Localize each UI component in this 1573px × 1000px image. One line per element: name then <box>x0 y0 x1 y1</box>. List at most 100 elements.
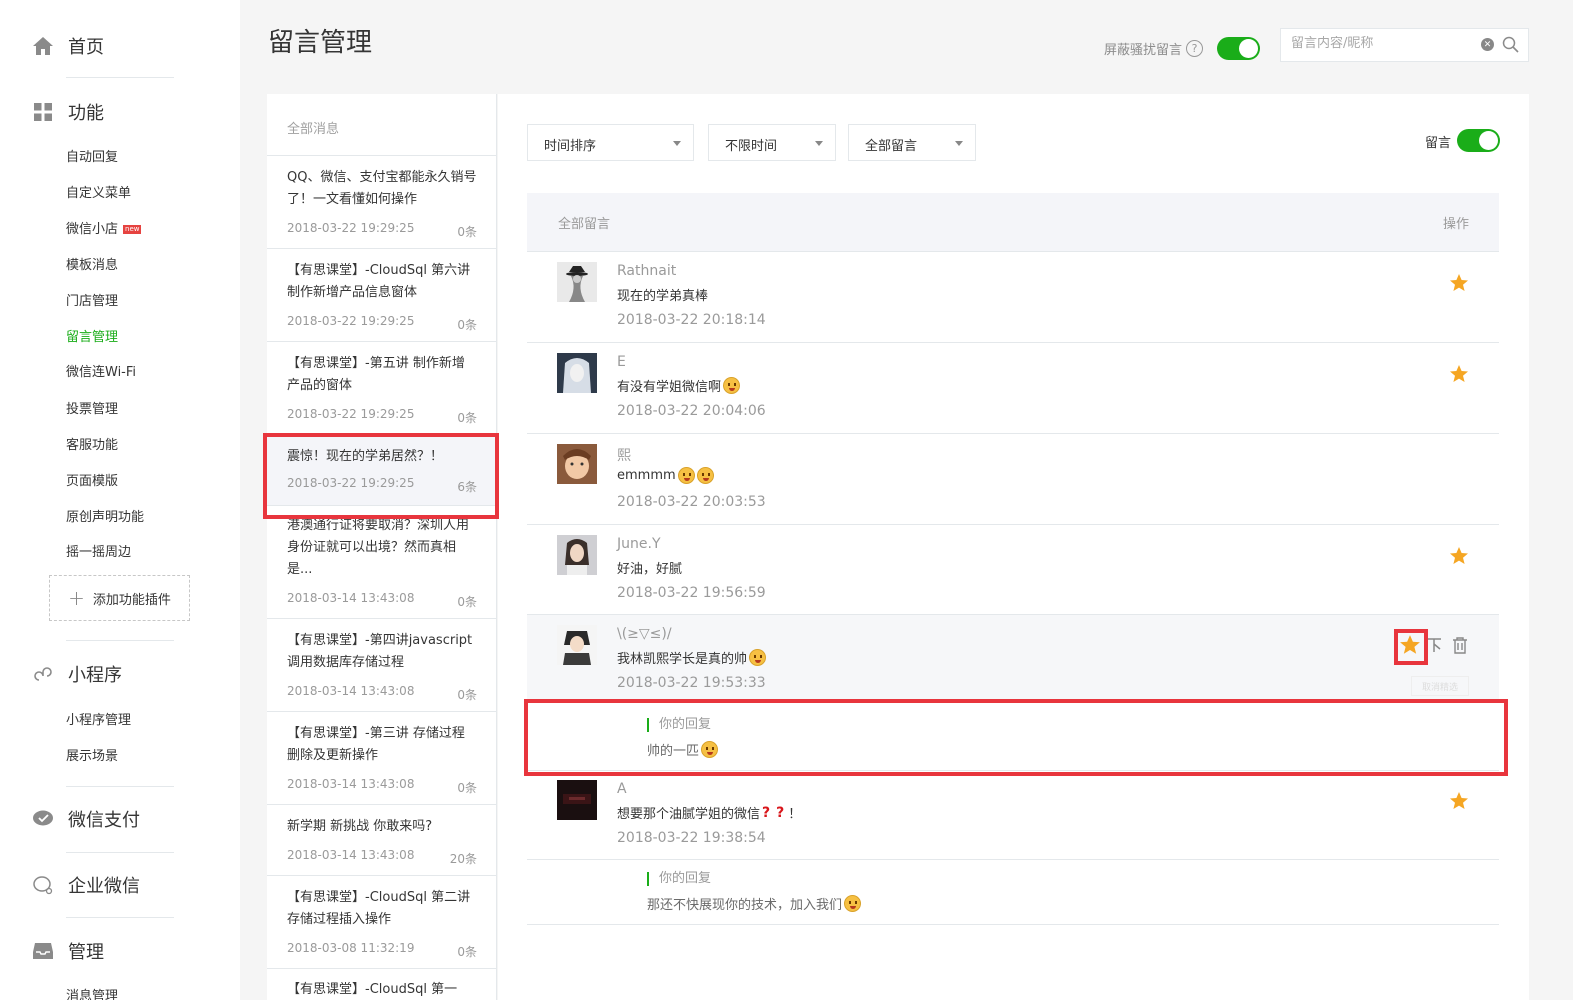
nav-item-wifi[interactable]: 微信连Wi-Fi <box>66 361 136 380</box>
comment-text: emmmm <box>617 467 714 484</box>
nav-work[interactable]: 企业微信 <box>32 872 140 898</box>
nav-item-miniprogram-manage[interactable]: 小程序管理 <box>66 709 131 728</box>
search-input[interactable] <box>1291 36 1471 51</box>
nav-item-customer-service[interactable]: 客服功能 <box>66 434 118 453</box>
sort-dropdown-value: 时间排序 <box>544 139 597 154</box>
article-item[interactable]: 新学期 新挑战 你敢来吗? 2018-03-14 13:43:08 20条 <box>267 806 496 876</box>
nav-item-original[interactable]: 原创声明功能 <box>66 506 144 525</box>
comment-time: 2018-03-22 19:38:54 <box>617 830 766 846</box>
add-plugin-label: 添加功能插件 <box>92 592 171 608</box>
nav-item-custom-menu[interactable]: 自定义菜单 <box>66 182 131 201</box>
article-date: 2018-03-14 13:43:08 <box>287 777 415 791</box>
search-icon[interactable] <box>1502 36 1519 53</box>
article-count: 0条 <box>457 318 477 332</box>
comment-author: \(≥▽≤)/ <box>617 626 672 642</box>
article-title: 新学期 新挑战 你敢来吗? <box>287 819 433 834</box>
article-item[interactable]: 【有思课堂】-CloudSql 第六讲 制作新增产品信息窗体 2018-03-2… <box>267 250 496 342</box>
new-badge: new <box>123 225 142 234</box>
row-divider <box>527 924 1499 925</box>
nav-item-store[interactable]: 门店管理 <box>66 290 118 309</box>
comment-row: Rathnait 现在的学弟真棒 2018-03-22 20:18:14 <box>527 252 1499 343</box>
sort-dropdown[interactable]: 时间排序 <box>527 124 694 161</box>
reply-text: 那还不快展现你的技术，加入我们 <box>647 894 862 913</box>
article-item[interactable]: 【有思课堂】-CloudSql 第二讲 存储过程插入操作 2018-03-08 … <box>267 877 496 969</box>
nav-item-shop-label: 微信小店 <box>66 222 119 237</box>
nav-pay[interactable]: 微信支付 <box>32 806 140 832</box>
nav-functions-label: 功能 <box>68 103 104 124</box>
article-item[interactable]: QQ、微信、支付宝都能永久销号了！一文看懂如何操作 2018-03-22 19:… <box>267 157 496 249</box>
star-icon[interactable] <box>1449 364 1469 384</box>
comment-row: E 有没有学姐微信啊 2018-03-22 20:04:06 <box>527 343 1499 434</box>
col-operation: 操作 <box>1442 217 1469 232</box>
nav-item-comments[interactable]: 留言管理 <box>66 326 118 345</box>
avatar <box>557 353 597 393</box>
clear-icon[interactable]: ✕ <box>1481 38 1494 51</box>
star-icon[interactable] <box>1449 791 1469 811</box>
article-date: 2018-03-22 19:29:25 <box>287 407 415 421</box>
comment-toggle[interactable] <box>1457 129 1500 152</box>
nav-miniprogram[interactable]: 小程序 <box>32 661 122 687</box>
nav-item-showcase[interactable]: 展示场景 <box>66 745 118 764</box>
comment-row: 熙 emmmm 2018-03-22 20:03:53 <box>527 434 1499 525</box>
comment-text-body: 好油，好腻 <box>617 562 683 577</box>
nav-manage-label: 管理 <box>68 942 104 963</box>
avatar <box>557 780 597 820</box>
emoji-icon <box>844 895 862 912</box>
comment-text: 想要那个油腻学姐的微信??！ <box>617 803 801 823</box>
comment-author: E <box>617 354 626 370</box>
avatar <box>557 444 597 484</box>
star-icon[interactable] <box>1449 546 1469 566</box>
article-date: 2018-03-22 19:29:25 <box>287 314 415 328</box>
nav-item-shake[interactable]: 摇一摇周边 <box>66 541 131 560</box>
article-title: 【有思课堂】-第三讲 存储过程删除及更新操作 <box>287 726 465 763</box>
type-dropdown-value: 全部留言 <box>865 139 918 154</box>
article-item[interactable]: 【有思课堂】-第四讲javascript调用数据库存储过程 2018-03-14… <box>267 620 496 712</box>
reply-label: 你的回复 <box>647 872 861 886</box>
comment-row: A 想要那个油腻学姐的微信??！ 2018-03-22 19:38:54 <box>527 770 1499 860</box>
hide-icon[interactable] <box>1425 636 1443 654</box>
block-harassment-label: 屏蔽骚扰留言 ? <box>1104 39 1204 58</box>
plus-icon: + <box>68 586 85 610</box>
delete-icon[interactable] <box>1451 636 1469 654</box>
miniprogram-icon <box>32 663 54 685</box>
comment-text-body: 有没有学姐微信啊 <box>617 380 722 395</box>
star-icon[interactable] <box>1449 273 1469 293</box>
avatar <box>557 625 597 665</box>
comment-author: Rathnait <box>617 263 677 279</box>
article-count: 0条 <box>457 411 477 425</box>
help-icon[interactable]: ? <box>1186 40 1204 57</box>
article-count: 0条 <box>457 225 477 239</box>
article-item[interactable]: 【有思课堂】-第五讲 制作新增产品的窗体 2018-03-22 19:29:25… <box>267 343 496 435</box>
avatar <box>557 262 597 302</box>
comment-time: 2018-03-22 19:53:33 <box>617 675 766 691</box>
emoji-icon <box>723 377 741 394</box>
nav-item-messages[interactable]: 消息管理 <box>66 985 118 1000</box>
nav-item-template-msg[interactable]: 模板消息 <box>66 254 118 273</box>
comments-table-header: 全部留言 操作 <box>527 193 1499 252</box>
nav-divider <box>66 917 174 918</box>
article-item[interactable]: 【有思课堂】-CloudSql 第一 <box>267 970 496 1000</box>
nav-item-vote[interactable]: 投票管理 <box>66 398 118 417</box>
article-item-selected[interactable]: 震惊！现在的学弟居然？！ 2018-03-22 19:29:25 6条 <box>267 436 496 506</box>
nav-manage[interactable]: 管理 <box>32 938 104 964</box>
reply-block: 你的回复 帅的一匹 <box>647 718 719 759</box>
article-title: 【有思课堂】-第五讲 制作新增产品的窗体 <box>287 356 465 393</box>
nav-item-page-template[interactable]: 页面模版 <box>66 470 118 489</box>
article-item[interactable]: 港澳通行证将要取消？深圳人用身份证就可以出境？然而真相是... 2018-03-… <box>267 507 496 619</box>
star-icon[interactable] <box>1399 634 1421 656</box>
nav-home[interactable]: 首页 <box>32 33 104 59</box>
time-dropdown[interactable]: 不限时间 <box>708 124 836 161</box>
article-count: 0条 <box>457 688 477 702</box>
type-dropdown[interactable]: 全部留言 <box>848 124 976 161</box>
nav-divider <box>66 786 174 787</box>
article-title: 【有思课堂】-CloudSql 第六讲 制作新增产品信息窗体 <box>287 263 471 300</box>
nav-item-auto-reply[interactable]: 自动回复 <box>66 146 118 165</box>
comment-time: 2018-03-22 19:56:59 <box>617 585 766 601</box>
nav-item-shop[interactable]: 微信小店 new <box>66 218 142 237</box>
block-harassment-toggle[interactable] <box>1217 37 1260 60</box>
add-plugin-button[interactable]: + 添加功能插件 <box>49 575 190 621</box>
comment-text: 我林凯熙学长是真的帅 <box>617 648 767 667</box>
nav-functions[interactable]: 功能 <box>32 99 104 125</box>
col-all-comments: 全部留言 <box>558 217 611 232</box>
article-item[interactable]: 【有思课堂】-第三讲 存储过程删除及更新操作 2018-03-14 13:43:… <box>267 713 496 805</box>
